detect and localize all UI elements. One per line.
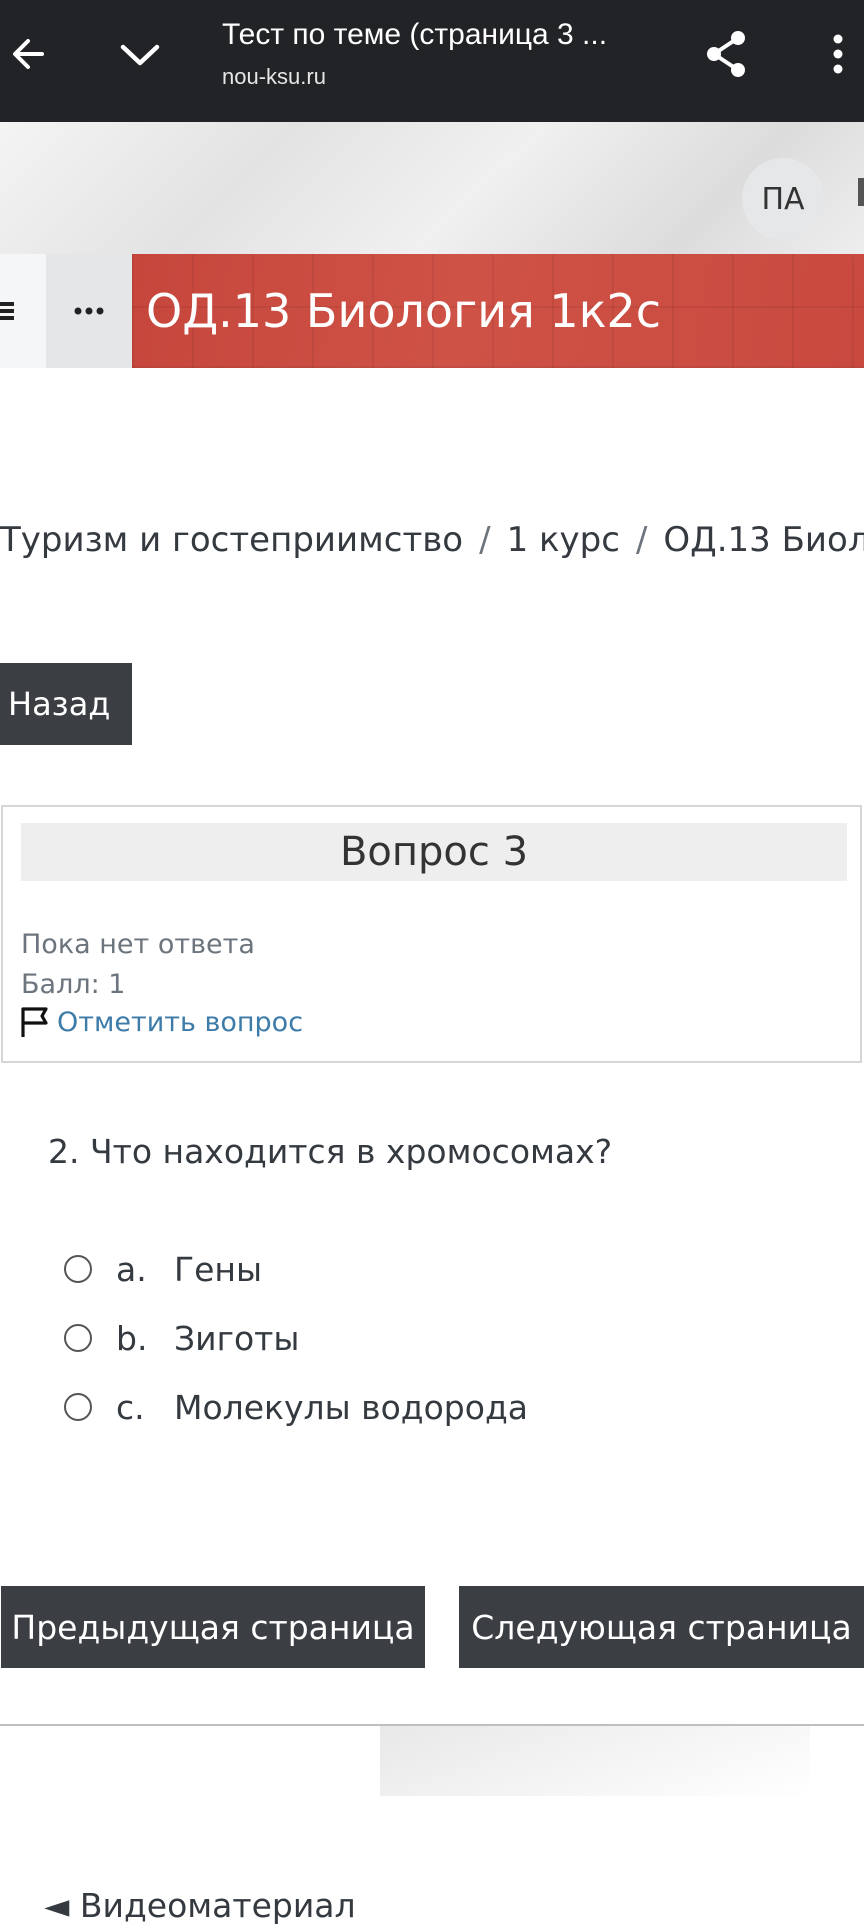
- more-horiz-icon: [74, 307, 104, 315]
- course-title: ОД.13 Биология 1к2с: [146, 284, 662, 338]
- previous-activity-link[interactable]: ◄ Видеоматериал: [44, 1886, 356, 1925]
- radio-button[interactable]: [64, 1324, 92, 1352]
- breadcrumb-separator: /: [479, 520, 491, 560]
- site-header-background: [0, 122, 864, 254]
- answer-option-a[interactable]: a. Гены: [64, 1244, 262, 1294]
- hamburger-icon: [0, 302, 14, 320]
- breadcrumb-item-year[interactable]: 1 курс: [507, 520, 620, 560]
- answer-option-c[interactable]: c. Молекулы водорода: [64, 1382, 528, 1432]
- option-text[interactable]: Молекулы водорода: [174, 1388, 528, 1427]
- question-info-box: Вопрос 3 Пока нет ответа Балл: 1 Отметит…: [1, 805, 862, 1063]
- flag-question-label[interactable]: Отметить вопрос: [57, 1007, 303, 1038]
- breadcrumb: Туризм и гостеприимство / 1 курс / ОД.13 Био…: [0, 520, 864, 560]
- page-url[interactable]: nou-ksu.ru: [222, 64, 326, 90]
- more-vert-icon[interactable]: [812, 22, 864, 86]
- course-more-button[interactable]: [46, 254, 132, 368]
- previous-page-button[interactable]: Предыдущая страница: [1, 1586, 425, 1668]
- chevron-down-icon[interactable]: [112, 22, 168, 86]
- question-grade: Балл: 1: [21, 969, 126, 1000]
- question-text: 2. Что находится в хромосомах?: [48, 1132, 613, 1171]
- drawer-menu-button[interactable]: [0, 254, 46, 368]
- breadcrumb-item-course[interactable]: ОД.13 Биология: [663, 520, 864, 560]
- flag-question-link[interactable]: Отметить вопрос: [19, 1005, 303, 1039]
- course-banner: ОД.13 Биология 1к2с: [132, 254, 864, 368]
- option-text[interactable]: Зиготы: [174, 1319, 299, 1358]
- next-page-button[interactable]: Следующая страница: [459, 1586, 864, 1668]
- answer-option-b[interactable]: b. Зиготы: [64, 1313, 299, 1363]
- option-letter: b.: [116, 1318, 148, 1358]
- browser-toolbar: Тест по теме (страница 3 ... nou-ksu.ru: [0, 0, 864, 122]
- page-title[interactable]: Тест по теме (страница 3 ...: [222, 18, 642, 52]
- option-text[interactable]: Гены: [174, 1250, 262, 1289]
- radio-button[interactable]: [64, 1255, 92, 1283]
- breadcrumb-item-category[interactable]: Туризм и гостеприимство: [0, 520, 463, 560]
- user-avatar[interactable]: ПА: [742, 158, 824, 240]
- back-arrow-icon[interactable]: [0, 22, 56, 86]
- question-number: Вопрос 3: [21, 823, 847, 881]
- breadcrumb-separator: /: [635, 520, 648, 560]
- share-icon[interactable]: [696, 22, 756, 86]
- back-button[interactable]: Назад: [0, 663, 132, 745]
- header-edge-marker: [858, 178, 864, 206]
- flag-icon: [21, 1007, 48, 1037]
- option-letter: c.: [116, 1387, 145, 1427]
- question-state: Пока нет ответа: [21, 929, 255, 960]
- option-letter: a.: [116, 1249, 147, 1289]
- radio-button[interactable]: [64, 1393, 92, 1421]
- footer-decoration: [380, 1726, 810, 1796]
